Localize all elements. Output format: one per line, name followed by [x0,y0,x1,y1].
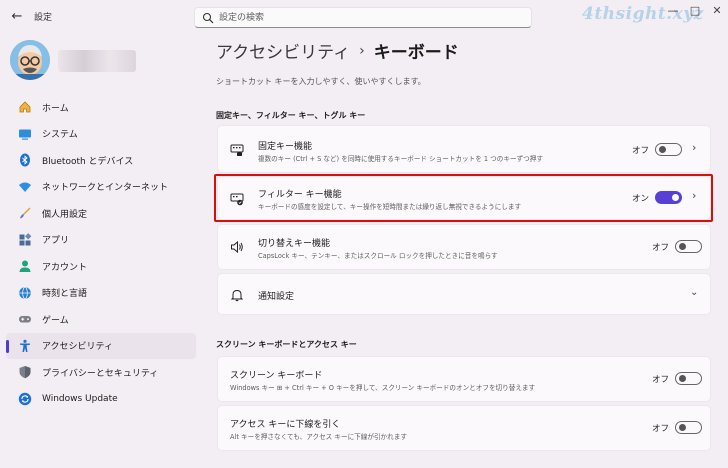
underline-access-keys-card: アクセス キーに下線を引く Alt キーを押さなくても、アクセス キーに下線が引… [217,405,711,451]
sticky-keys-state: オフ [632,146,650,156]
toggle-keys-title: 切り替えキー機能 [258,239,331,249]
sidebar-item-label: アプリ [42,236,70,247]
breadcrumb-separator: › [359,42,365,59]
sidebar-item-accounts[interactable]: アカウント [6,253,196,280]
window-controls: — □ ✕ [662,0,728,26]
search-input[interactable] [219,9,519,26]
toggle-keys-state: オフ [652,243,670,253]
app-title: 設定 [34,13,53,23]
sidebar-item-label: アクセシビリティ [42,342,114,353]
gaming-icon [18,312,32,326]
section-title-sticky-filter-toggle: 固定キー、フィルター キー、トグル キー [216,111,366,120]
toggle-keys-toggle[interactable] [675,240,702,253]
sidebar-item-bluetooth[interactable]: Bluetooth とデバイス [6,147,196,174]
sidebar-item-label: プライバシーとセキュリティ [42,368,159,379]
sidebar-item-personalization[interactable]: 個人用設定 [6,200,196,227]
sticky-keys-description: 複数のキー (Ctrl + S など) を同時に使用するキーボード ショートカッ… [258,155,543,163]
sidebar-item-label: Windows Update [42,393,118,404]
windows-update-icon [18,392,32,406]
notification-settings-title: 通知設定 [258,292,295,302]
page-title: キーボード [373,43,459,63]
apps-icon [18,232,32,247]
bell-icon [230,288,244,302]
chevron-down-icon[interactable]: ⌄ [690,287,698,298]
close-button[interactable]: ✕ [706,0,728,22]
sidebar-item-label: ホーム [42,103,69,114]
speaker-icon [230,240,244,254]
sidebar-item-gaming[interactable]: ゲーム [6,306,196,333]
avatar [10,40,50,80]
maximize-button[interactable]: □ [684,0,706,22]
onscreen-keyboard-state: オフ [652,375,670,385]
sidebar-nav: ホーム システム Bluetooth とデバイス ネットワークとインターネット … [6,94,196,412]
personalization-icon [18,206,32,220]
sticky-keys-toggle[interactable] [655,143,682,156]
search-icon [202,12,214,24]
home-icon [18,100,32,114]
back-arrow-icon[interactable]: ← [8,8,26,26]
sidebar-item-label: ゲーム [42,315,69,326]
search-box[interactable] [194,7,532,28]
section-title-onscreen-access: スクリーン キーボードとアクセス キー [216,340,357,349]
chevron-right-icon[interactable]: › [692,141,696,154]
onscreen-keyboard-toggle[interactable] [675,372,702,385]
underline-access-keys-toggle[interactable] [675,421,702,434]
sticky-keys-card[interactable]: 固定キー機能 複数のキー (Ctrl + S など) を同時に使用するキーボード… [217,125,711,173]
network-icon [18,180,32,194]
sidebar-item-home[interactable]: ホーム [6,94,196,121]
breadcrumb-parent[interactable]: アクセシビリティ [216,38,350,63]
accessibility-icon [18,339,32,353]
sidebar-item-label: ネットワークとインターネット [42,183,169,194]
breadcrumb: アクセシビリティ › キーボード [216,38,459,64]
system-icon [18,127,32,141]
privacy-shield-icon [18,365,32,379]
onscreen-keyboard-card: スクリーン キーボード Windows キー ⊞ + Ctrl キー + O キ… [217,356,711,402]
underline-access-keys-description: Alt キーを押さなくても、アクセス キーに下線が引かれます [230,433,407,441]
notification-settings-card[interactable]: 通知設定 ⌄ [217,273,711,315]
sidebar-item-apps[interactable]: アプリ [6,227,196,254]
underline-access-keys-state: オフ [652,424,670,434]
minimize-button[interactable]: — [662,0,684,22]
underline-access-keys-title: アクセス キーに下線を引く [230,420,341,430]
sidebar-item-label: アカウント [42,262,88,273]
page-description: ショートカット キーを入力しやすく、使いやすくします。 [216,77,426,86]
username-redacted [58,50,136,72]
account-icon [18,259,32,273]
sidebar-item-label: 個人用設定 [42,209,88,220]
sidebar-item-time-language[interactable]: 時刻と言語 [6,280,196,307]
sidebar-item-label: システム [42,130,78,141]
bluetooth-icon [18,153,32,167]
toggle-keys-card: 切り替えキー機能 CapsLock キー、テンキー、またはスクロール ロックを押… [217,224,711,270]
highlight-box [214,174,713,222]
sidebar-item-label: Bluetooth とデバイス [42,156,134,167]
sidebar-item-privacy[interactable]: プライバシーとセキュリティ [6,359,196,386]
sidebar-item-system[interactable]: システム [6,121,196,148]
sticky-keys-icon [230,143,244,157]
title-bar: ← 設定 4thsight.xyz — □ ✕ [0,0,728,34]
sidebar-item-network[interactable]: ネットワークとインターネット [6,174,196,201]
sidebar-item-accessibility[interactable]: アクセシビリティ [6,332,196,359]
toggle-keys-description: CapsLock キー、テンキー、またはスクロール ロックを押したときに音を鳴ら… [258,252,498,260]
sidebar-item-label: 時刻と言語 [42,289,88,300]
onscreen-keyboard-title: スクリーン キーボード [230,371,323,381]
sidebar-item-windows-update[interactable]: Windows Update [6,386,196,413]
sticky-keys-title: 固定キー機能 [258,142,313,152]
onscreen-keyboard-description: Windows キー ⊞ + Ctrl キー + O キーを押して、スクリーン … [230,384,536,392]
time-language-icon [18,286,32,300]
